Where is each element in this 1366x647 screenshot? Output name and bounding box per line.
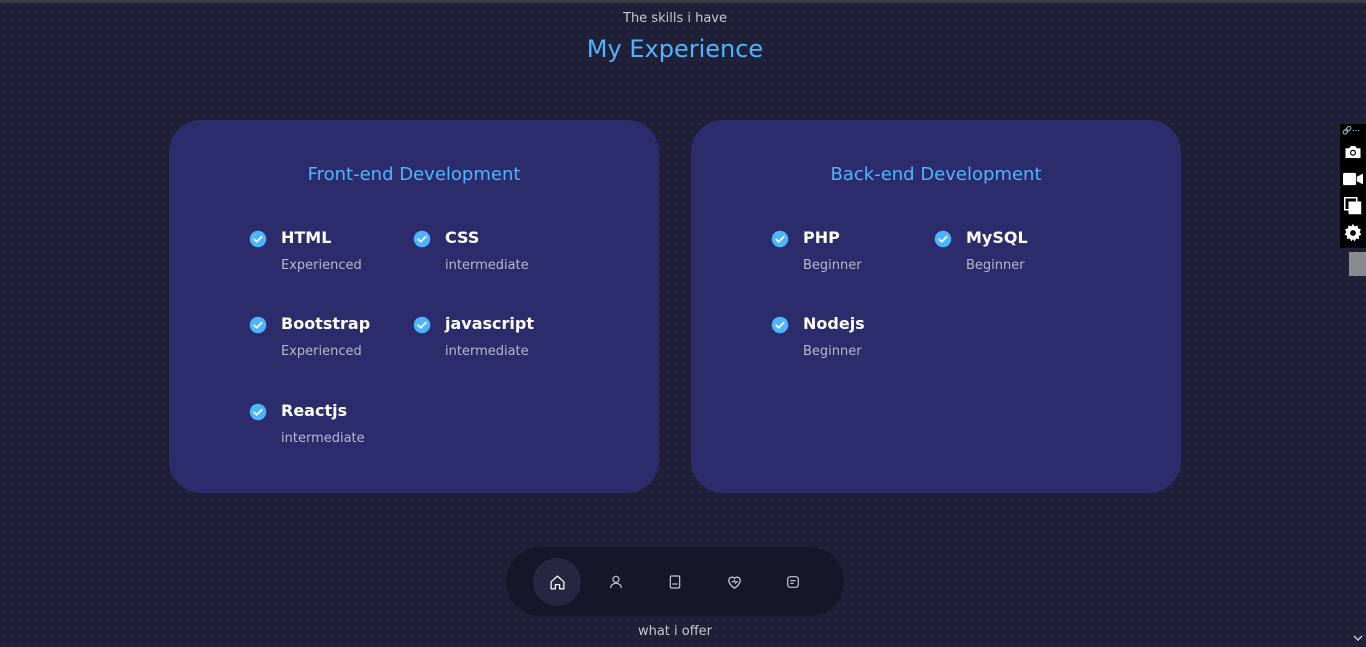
skill-name: CSS — [445, 228, 480, 247]
top-border — [0, 0, 1366, 3]
skill-level: Beginner — [803, 258, 862, 273]
camera-tool[interactable] — [1343, 142, 1363, 162]
heart-icon — [727, 576, 741, 589]
check-badge-icon — [771, 230, 789, 248]
next-section-title: what i offer — [637, 624, 713, 639]
skill-name: javascript — [445, 314, 534, 333]
nav-services-button[interactable] — [710, 558, 758, 606]
check-badge-icon — [771, 316, 789, 334]
card-title: Front-end Development — [307, 164, 521, 185]
video-tool[interactable] — [1343, 169, 1363, 189]
check-badge-icon — [249, 403, 267, 421]
window-icon — [1344, 197, 1362, 215]
nav-home-button[interactable] — [533, 558, 581, 606]
skill-name: PHP — [803, 228, 840, 247]
nav-about-button[interactable] — [592, 558, 640, 606]
window-tool[interactable] — [1343, 196, 1363, 216]
skill-level: intermediate — [445, 344, 529, 359]
video-icon — [1343, 172, 1363, 186]
message-icon — [787, 576, 799, 588]
check-badge-icon — [249, 230, 267, 248]
skill-name: HTML — [281, 228, 332, 247]
book-icon — [669, 575, 681, 589]
check-badge-icon — [934, 230, 952, 248]
side-toolbar: 🔗⋯ — [1340, 124, 1366, 248]
skill-name: Reactjs — [281, 401, 348, 420]
gear-icon — [1344, 223, 1362, 242]
nav-contact-button[interactable] — [769, 558, 817, 606]
skill-level: Beginner — [966, 258, 1025, 273]
skill-level: Experienced — [281, 344, 362, 359]
skill-name: MySQL — [966, 228, 1028, 247]
camera-icon — [1345, 146, 1361, 158]
skill-level: Experienced — [281, 258, 362, 273]
check-badge-icon — [413, 316, 431, 334]
check-badge-icon — [249, 316, 267, 334]
settings-tool[interactable] — [1343, 223, 1363, 243]
nav-experience-button[interactable] — [651, 558, 699, 606]
skill-level: Beginner — [803, 344, 862, 359]
backend-card: Back-end Development PHP Beginner MySQL … — [691, 120, 1181, 493]
user-icon — [610, 575, 622, 589]
section-title: My Experience — [586, 35, 764, 63]
link-icon[interactable]: 🔗⋯ — [1342, 126, 1360, 135]
scrollbar-thumb[interactable] — [1349, 252, 1366, 276]
skill-name: Bootstrap — [281, 314, 371, 333]
skill-level: intermediate — [445, 258, 529, 273]
skill-level: intermediate — [281, 431, 365, 446]
home-icon — [549, 574, 565, 590]
bottom-nav — [506, 547, 844, 616]
check-badge-icon — [413, 230, 431, 248]
section-subtitle: The skills i have — [623, 11, 727, 26]
card-title: Back-end Development — [830, 164, 1042, 185]
skill-name: Nodejs — [803, 314, 865, 333]
frontend-card: Front-end Development HTML Experienced C… — [169, 120, 659, 493]
chevron-down-icon[interactable] — [1352, 632, 1364, 644]
